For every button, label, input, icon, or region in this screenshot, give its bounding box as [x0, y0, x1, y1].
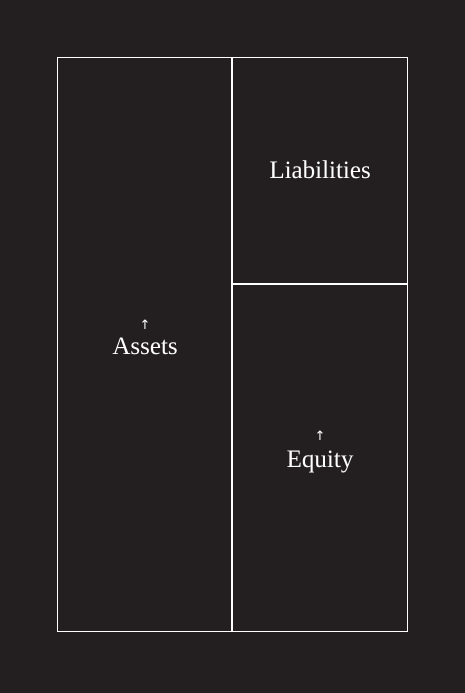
liabilities-label: Liabilities [269, 157, 371, 184]
assets-label: Assets [112, 333, 178, 360]
equity-up-arrow-icon: ↑ [314, 429, 326, 444]
equity-label: Equity [286, 446, 354, 473]
assets-up-arrow-icon: ↑ [139, 318, 151, 333]
balance-sheet-diagram: ↑ Assets Liabilities ↑ Equity [0, 0, 465, 693]
